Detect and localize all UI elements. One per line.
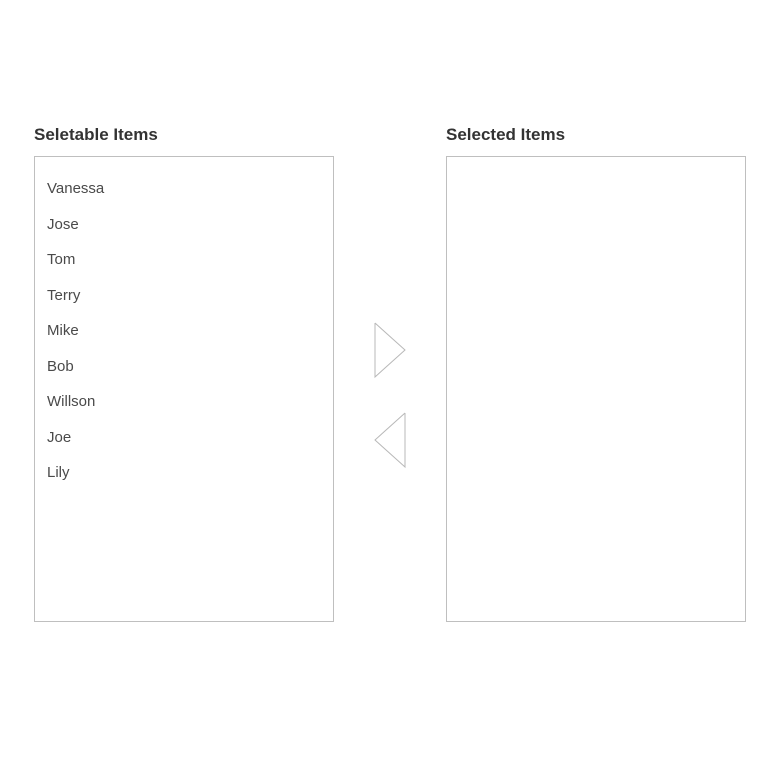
- selected-heading: Selected Items: [446, 125, 746, 145]
- selected-column: Selected Items: [446, 125, 746, 622]
- list-item[interactable]: Bob: [47, 349, 321, 385]
- list-item[interactable]: Terry: [47, 278, 321, 314]
- transfer-controls: [334, 125, 446, 469]
- selectable-heading: Seletable Items: [34, 125, 334, 145]
- selectable-column: Seletable Items VanessaJoseTomTerryMikeB…: [34, 125, 334, 622]
- list-item[interactable]: Jose: [47, 207, 321, 243]
- selected-listbox[interactable]: [446, 156, 746, 622]
- list-item[interactable]: Vanessa: [47, 171, 321, 207]
- list-item[interactable]: Lily: [47, 455, 321, 491]
- chevron-left-icon: [373, 411, 407, 469]
- move-left-button[interactable]: [373, 411, 407, 469]
- move-right-button[interactable]: [373, 321, 407, 379]
- list-item[interactable]: Mike: [47, 313, 321, 349]
- selectable-listbox[interactable]: VanessaJoseTomTerryMikeBobWillsonJoeLily: [34, 156, 334, 622]
- list-item[interactable]: Willson: [47, 384, 321, 420]
- chevron-right-icon: [373, 321, 407, 379]
- dual-list-container: Seletable Items VanessaJoseTomTerryMikeB…: [0, 0, 780, 622]
- list-item[interactable]: Joe: [47, 420, 321, 456]
- list-item[interactable]: Tom: [47, 242, 321, 278]
